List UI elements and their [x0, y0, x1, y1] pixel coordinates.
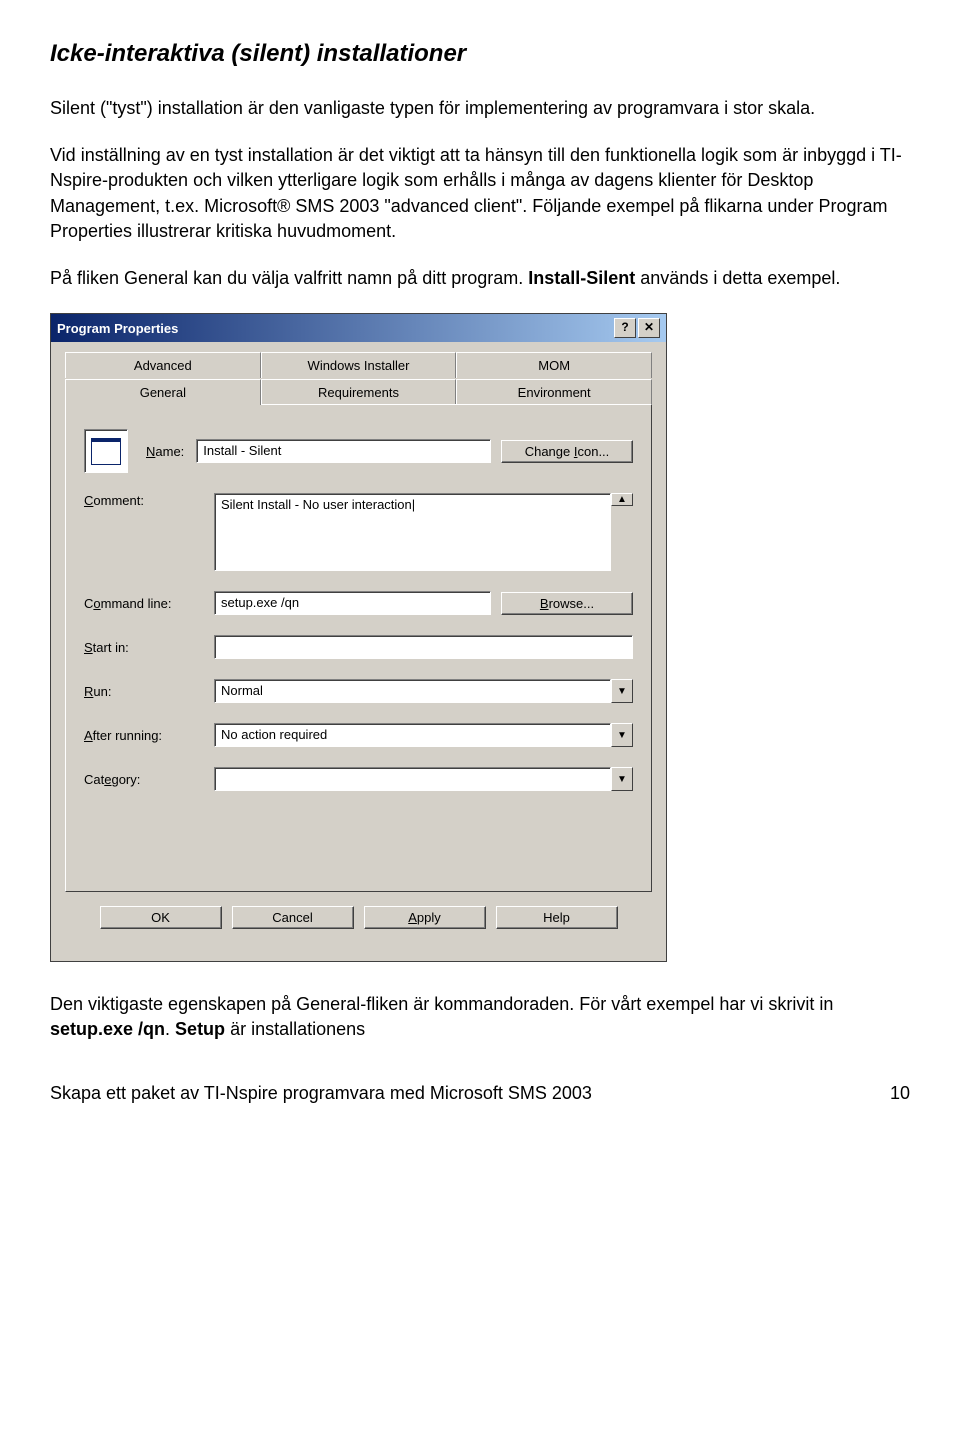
run-select[interactable]: Normal — [214, 679, 611, 703]
tab-mom[interactable]: MOM — [456, 352, 652, 378]
paragraph-4: Den viktigaste egenskapen på General-fli… — [50, 992, 910, 1042]
p4-part-e: är installationens — [225, 1019, 365, 1039]
page-footer: Skapa ett paket av TI-Nspire programvara… — [50, 1083, 910, 1104]
tab-advanced[interactable]: Advanced — [65, 352, 261, 378]
help-button[interactable]: Help — [496, 906, 618, 929]
scroll-up-icon[interactable]: ▲ — [611, 493, 633, 506]
p4-part-a: Den viktigaste egenskapen på General-fli… — [50, 994, 833, 1014]
chevron-down-icon[interactable]: ▼ — [611, 679, 633, 703]
cmdline-field[interactable]: setup.exe /qn — [214, 591, 491, 615]
tab-requirements[interactable]: Requirements — [261, 379, 457, 405]
chevron-down-icon[interactable]: ▼ — [611, 767, 633, 791]
p3-part-b: Install-Silent — [528, 268, 635, 288]
paragraph-2: Vid inställning av en tyst installation … — [50, 143, 910, 244]
tab-general[interactable]: General — [65, 379, 261, 405]
chevron-down-icon[interactable]: ▼ — [611, 723, 633, 747]
cancel-button[interactable]: Cancel — [232, 906, 354, 929]
tab-row-front: General Requirements Environment — [65, 379, 652, 405]
p4-part-d: Setup — [175, 1019, 225, 1039]
program-properties-dialog: Program Properties ? ✕ Advanced Windows … — [50, 313, 667, 962]
after-label: After running: — [84, 728, 214, 743]
paragraph-1: Silent ("tyst") installation är den vanl… — [50, 96, 910, 121]
apply-button[interactable]: Apply — [364, 906, 486, 929]
p3-part-c: används i detta exempel. — [635, 268, 840, 288]
dialog-titlebar: Program Properties ? ✕ — [51, 314, 666, 342]
name-field[interactable]: Install - Silent — [196, 439, 491, 463]
window-icon — [91, 438, 121, 465]
dialog-title: Program Properties — [57, 321, 178, 336]
help-icon[interactable]: ? — [614, 318, 636, 338]
paragraph-3: På fliken General kan du välja valfritt … — [50, 266, 910, 291]
tab-environment[interactable]: Environment — [456, 379, 652, 405]
change-icon-button[interactable]: Change Icon... — [501, 440, 633, 463]
dialog-screenshot: Program Properties ? ✕ Advanced Windows … — [50, 313, 910, 962]
p4-part-b: setup.exe /qn — [50, 1019, 165, 1039]
category-select[interactable] — [214, 767, 611, 791]
program-icon — [84, 429, 128, 473]
browse-button[interactable]: Browse... — [501, 592, 633, 615]
tab-panel-general: Name: Install - Silent Change Icon... Co… — [65, 404, 652, 892]
startin-label: Start in: — [84, 640, 214, 655]
tab-windows-installer[interactable]: Windows Installer — [261, 352, 457, 378]
name-label: Name: — [146, 444, 184, 459]
section-heading: Icke-interaktiva (silent) installationer — [50, 40, 910, 68]
p3-part-a: På fliken General kan du välja valfritt … — [50, 268, 528, 288]
after-select[interactable]: No action required — [214, 723, 611, 747]
comment-field[interactable]: Silent Install - No user interaction — [214, 493, 611, 571]
tab-row-back: Advanced Windows Installer MOM — [65, 352, 652, 378]
page-number: 10 — [890, 1083, 910, 1104]
run-label: Run: — [84, 684, 214, 699]
category-label: Category: — [84, 772, 214, 787]
ok-button[interactable]: OK — [100, 906, 222, 929]
comment-label: Comment: — [84, 493, 214, 508]
p4-part-c: . — [165, 1019, 175, 1039]
startin-field[interactable] — [214, 635, 633, 659]
cmdline-label: Command line: — [84, 596, 214, 611]
close-icon[interactable]: ✕ — [638, 318, 660, 338]
footer-title: Skapa ett paket av TI-Nspire programvara… — [50, 1083, 592, 1104]
